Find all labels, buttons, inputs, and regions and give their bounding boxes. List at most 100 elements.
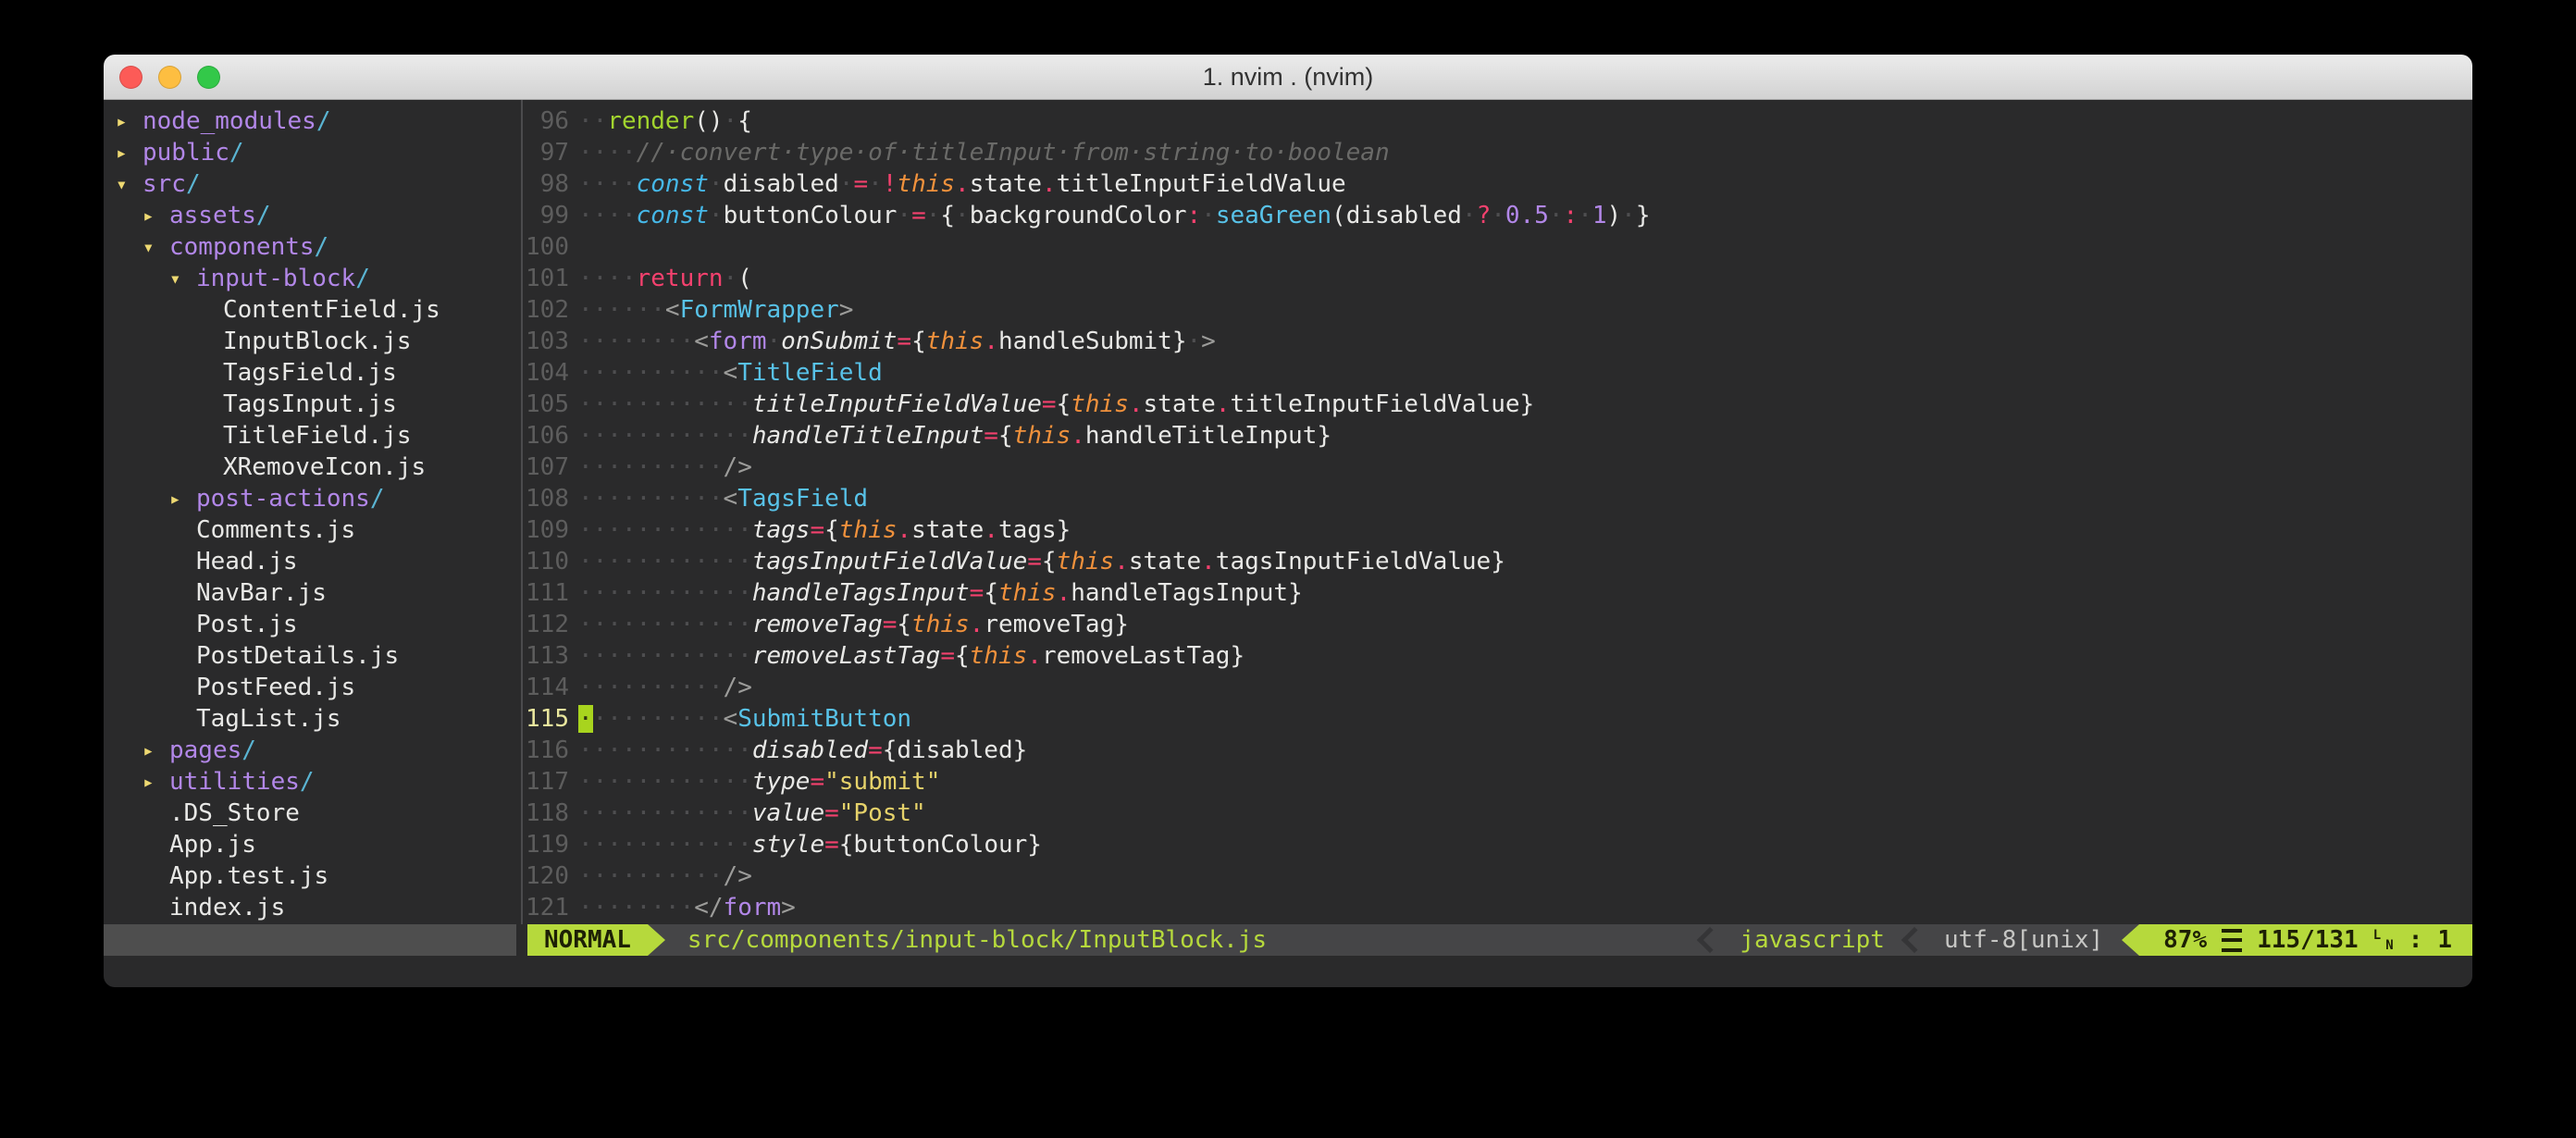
code-token: { bbox=[984, 579, 998, 607]
tree-item-index.js[interactable]: index.js bbox=[104, 892, 521, 923]
tree-item-label: PostDetails.js bbox=[196, 640, 399, 672]
code-token: ( bbox=[737, 265, 752, 292]
tree-item-label: assets bbox=[169, 200, 256, 231]
disclosure-triangle-icon[interactable]: ▸ bbox=[142, 735, 169, 766]
code-token: } bbox=[1172, 328, 1187, 355]
dir-slash: / bbox=[242, 735, 256, 766]
editor-pane[interactable]: 96··render()·{97····//·convert·type·of·t… bbox=[523, 105, 2472, 924]
code-line-111[interactable]: 111············handleTagsInput={this.han… bbox=[523, 577, 2472, 609]
code-token: ············ bbox=[578, 768, 752, 796]
stacked-lines-icon bbox=[2222, 929, 2242, 952]
code-line-106[interactable]: 106············handleTitleInput={this.ha… bbox=[523, 420, 2472, 451]
code-text: ············tags={this.state.tags} bbox=[578, 514, 1071, 546]
code-line-118[interactable]: 118············value="Post" bbox=[523, 798, 2472, 829]
tree-item-TagList.js[interactable]: TagList.js bbox=[104, 703, 521, 735]
tree-item-TagsField.js[interactable]: TagsField.js bbox=[104, 357, 521, 389]
nerdtree-statusline: <tockwell/source-code/scattr bbox=[104, 924, 516, 956]
code-line-114[interactable]: 114··········/> bbox=[523, 672, 2472, 703]
tree-item-InputBlock.js[interactable]: InputBlock.js bbox=[104, 326, 521, 357]
disclosure-triangle-icon[interactable]: ▸ bbox=[142, 200, 169, 231]
code-line-99[interactable]: 99····const·buttonColour·=·{·backgroundC… bbox=[523, 200, 2472, 231]
close-button[interactable] bbox=[119, 66, 142, 89]
code-token: removeLastTag bbox=[1042, 642, 1231, 670]
tree-item-post-actions[interactable]: ▸post-actions/ bbox=[104, 483, 521, 514]
line-number: 115 bbox=[523, 703, 569, 735]
disclosure-triangle-icon[interactable]: ▾ bbox=[116, 168, 142, 200]
code-line-117[interactable]: 117············type="submit" bbox=[523, 766, 2472, 798]
tree-item-public[interactable]: ▸public/ bbox=[104, 137, 521, 168]
code-line-108[interactable]: 108··········<TagsField bbox=[523, 483, 2472, 514]
tree-item-App.test.js[interactable]: App.test.js bbox=[104, 860, 521, 892]
code-line-110[interactable]: 110············tagsInputFieldValue={this… bbox=[523, 546, 2472, 577]
code-token: this bbox=[897, 170, 955, 198]
code-token: TitleField bbox=[737, 359, 883, 387]
dir-slash: / bbox=[355, 263, 370, 294]
tree-item-label: TagsInput.js bbox=[223, 389, 397, 420]
command-line[interactable] bbox=[104, 956, 2472, 987]
window-titlebar[interactable]: 1. nvim . (nvim) bbox=[104, 55, 2472, 100]
disclosure-triangle-icon[interactable]: ▸ bbox=[169, 483, 196, 514]
cursor-column: 1 bbox=[2437, 924, 2452, 956]
tree-indent bbox=[196, 357, 223, 389]
code-line-112[interactable]: 112············removeTag={this.removeTag… bbox=[523, 609, 2472, 640]
disclosure-triangle-icon[interactable]: ▾ bbox=[169, 263, 196, 294]
tree-item-utilities[interactable]: ▸utilities/ bbox=[104, 766, 521, 798]
code-line-105[interactable]: 105············titleInputFieldValue={thi… bbox=[523, 389, 2472, 420]
code-token: FormWrapper bbox=[680, 296, 839, 324]
code-line-102[interactable]: 102······<FormWrapper> bbox=[523, 294, 2472, 326]
code-line-119[interactable]: 119············style={buttonColour} bbox=[523, 829, 2472, 860]
code-token: ···· bbox=[578, 170, 637, 198]
tree-item-components[interactable]: ▾components/ bbox=[104, 231, 521, 263]
code-token: · bbox=[1578, 202, 1592, 229]
disclosure-triangle-icon[interactable]: ▸ bbox=[116, 105, 142, 137]
code-token: ············ bbox=[578, 611, 752, 638]
tree-item-NavBar.js[interactable]: NavBar.js bbox=[104, 577, 521, 609]
line-number: 101 bbox=[523, 263, 569, 294]
tree-item-.DS_Store[interactable]: .DS_Store bbox=[104, 798, 521, 829]
tree-item-ContentField.js[interactable]: ContentField.js bbox=[104, 294, 521, 326]
tree-item-PostDetails.js[interactable]: PostDetails.js bbox=[104, 640, 521, 672]
tree-item-input-block[interactable]: ▾input-block/ bbox=[104, 263, 521, 294]
code-token: this bbox=[970, 642, 1028, 670]
tree-item-Post.js[interactable]: Post.js bbox=[104, 609, 521, 640]
disclosure-triangle-icon[interactable]: ▾ bbox=[142, 231, 169, 263]
line-number: 108 bbox=[523, 483, 569, 514]
code-line-115[interactable]: 115··········<SubmitButton bbox=[523, 703, 2472, 735]
tree-item-label: post-actions bbox=[196, 483, 370, 514]
tree-item-assets[interactable]: ▸assets/ bbox=[104, 200, 521, 231]
nerdtree-pane[interactable]: ▸node_modules/▸public/▾src/▸assets/▾comp… bbox=[104, 105, 521, 924]
tree-item-pages[interactable]: ▸pages/ bbox=[104, 735, 521, 766]
code-token: { bbox=[737, 107, 752, 135]
line-number: 107 bbox=[523, 451, 569, 483]
code-line-96[interactable]: 96··render()·{ bbox=[523, 105, 2472, 137]
disclosure-triangle-icon[interactable]: ▸ bbox=[116, 137, 142, 168]
code-line-104[interactable]: 104··········<TitleField bbox=[523, 357, 2472, 389]
tree-item-App.js[interactable]: App.js bbox=[104, 829, 521, 860]
tree-item-src[interactable]: ▾src/ bbox=[104, 168, 521, 200]
code-line-121[interactable]: 121········</form> bbox=[523, 892, 2472, 923]
code-line-116[interactable]: 116············disabled={disabled} bbox=[523, 735, 2472, 766]
code-token: backgroundColor bbox=[970, 202, 1187, 229]
code-line-103[interactable]: 103········<form·onSubmit={this.handleSu… bbox=[523, 326, 2472, 357]
disclosure-triangle-icon[interactable]: ▸ bbox=[142, 766, 169, 798]
tree-item-node_modules[interactable]: ▸node_modules/ bbox=[104, 105, 521, 137]
code-line-98[interactable]: 98····const·disabled·=·!this.state.title… bbox=[523, 168, 2472, 200]
tree-item-Comments.js[interactable]: Comments.js bbox=[104, 514, 521, 546]
code-line-100[interactable]: 100 bbox=[523, 231, 2472, 263]
tree-item-TagsInput.js[interactable]: TagsInput.js bbox=[104, 389, 521, 420]
tree-item-Head.js[interactable]: Head.js bbox=[104, 546, 521, 577]
minimize-button[interactable] bbox=[158, 66, 181, 89]
code-line-113[interactable]: 113············removeLastTag={this.remov… bbox=[523, 640, 2472, 672]
maximize-button[interactable] bbox=[197, 66, 220, 89]
code-token: state bbox=[911, 516, 984, 544]
code-line-97[interactable]: 97····//·convert·type·of·titleInput·from… bbox=[523, 137, 2472, 168]
traffic-lights bbox=[119, 55, 220, 99]
tree-item-PostFeed.js[interactable]: PostFeed.js bbox=[104, 672, 521, 703]
code-line-120[interactable]: 120··········/> bbox=[523, 860, 2472, 892]
code-line-101[interactable]: 101····return·( bbox=[523, 263, 2472, 294]
code-line-109[interactable]: 109············tags={this.state.tags} bbox=[523, 514, 2472, 546]
code-token: = bbox=[810, 516, 824, 544]
code-line-107[interactable]: 107··········/> bbox=[523, 451, 2472, 483]
tree-item-XRemoveIcon.js[interactable]: XRemoveIcon.js bbox=[104, 451, 521, 483]
tree-item-TitleField.js[interactable]: TitleField.js bbox=[104, 420, 521, 451]
